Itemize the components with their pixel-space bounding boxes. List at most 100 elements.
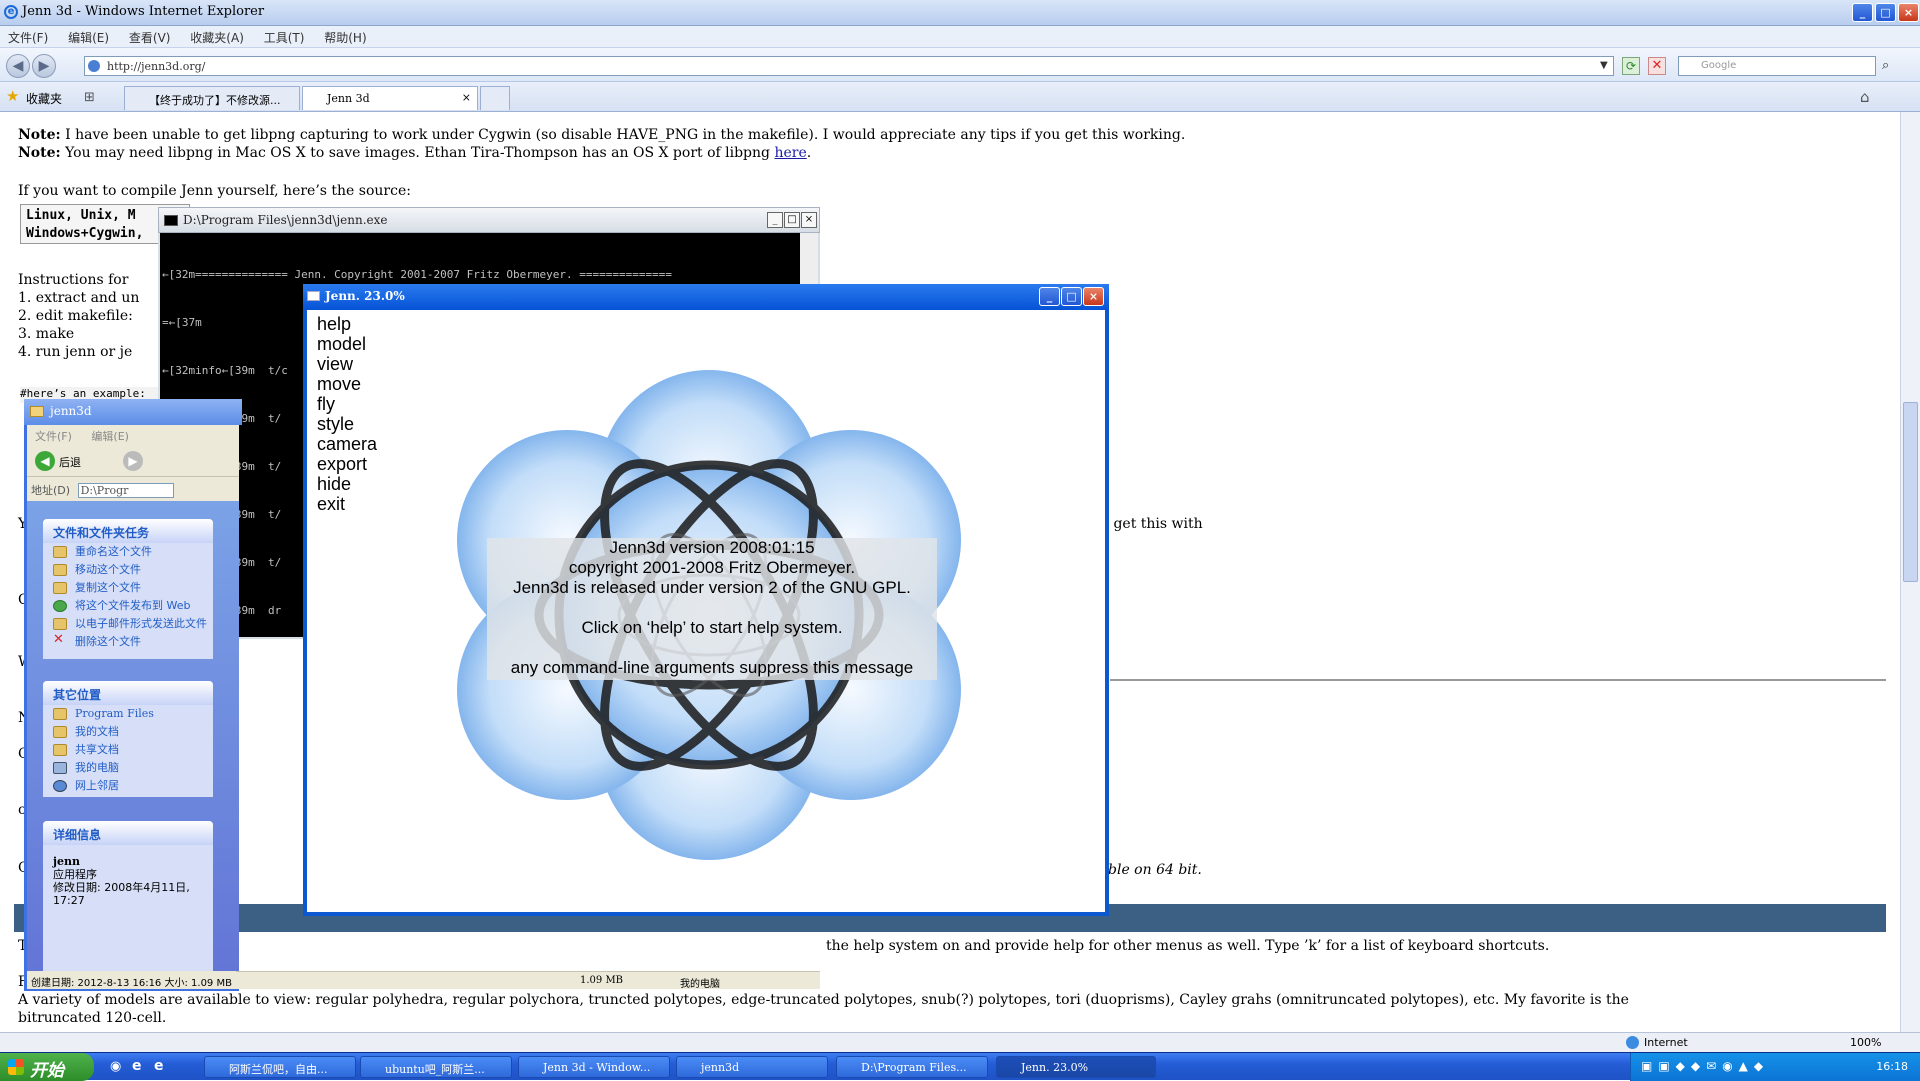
stop-icon[interactable]: ✕: [1648, 57, 1666, 75]
jenn-title-bar[interactable]: Jenn. 23.0% _ □ ×: [303, 284, 1109, 310]
refresh-icon[interactable]: ⟳: [1622, 57, 1640, 75]
search-input[interactable]: Google: [1678, 56, 1876, 76]
details-panel-title[interactable]: 详细信息: [43, 821, 213, 845]
jenn-menu-style[interactable]: style: [317, 414, 377, 434]
publish-icon: [53, 600, 67, 612]
explorer-back-button[interactable]: 后退: [59, 454, 81, 470]
menu-favorites[interactable]: 收藏夹(A): [182, 26, 252, 49]
internet-zone-icon: [1626, 1036, 1639, 1049]
variety-line: A variety of models are available to vie…: [18, 992, 1629, 1008]
dropdown-icon[interactable]: ▼: [1600, 60, 1608, 71]
taskbar-btn-3[interactable]: Jenn 3d - Window...: [518, 1056, 670, 1078]
place-network[interactable]: 网上邻居: [43, 777, 213, 795]
explorer-address-label: 地址(D): [31, 484, 71, 497]
places-panel: 其它位置 Program Files 我的文档 共享文档 我的电脑 网上邻居: [43, 681, 213, 797]
menu-edit[interactable]: 编辑(E): [60, 26, 117, 49]
menu-tools[interactable]: 工具(T): [256, 26, 313, 49]
ie-minimize-button[interactable]: _: [1852, 3, 1873, 22]
explorer-address-bar: 地址(D) D:\Progr: [27, 477, 239, 501]
jenn-menu-exit[interactable]: exit: [317, 494, 377, 514]
tab-1[interactable]: 【终于成功了】不修改源...: [124, 86, 300, 110]
scrollbar-thumb[interactable]: [1903, 402, 1918, 582]
console-close-button[interactable]: ×: [801, 212, 817, 228]
jenn-menu-help[interactable]: help: [317, 314, 377, 334]
menu-file[interactable]: 文件(F): [0, 26, 56, 49]
quicklaunch-desktop-icon[interactable]: ◉: [110, 1059, 121, 1074]
forward-button[interactable]: ▶: [32, 54, 56, 78]
quicklaunch-ie-icon[interactable]: e: [132, 1058, 142, 1074]
jenn-menu-view[interactable]: view: [317, 354, 377, 374]
explorer-menu-edit[interactable]: 编辑(E): [83, 425, 137, 447]
details-type: 应用程序: [53, 868, 97, 881]
page-scrollbar[interactable]: [1900, 112, 1920, 1032]
console-minimize-button[interactable]: _: [767, 212, 783, 228]
jenn-menu-hide[interactable]: hide: [317, 474, 377, 494]
favorites-star-icon[interactable]: ★: [6, 87, 19, 105]
clock[interactable]: 16:18: [1876, 1060, 1908, 1073]
taskbar-btn-6[interactable]: Jenn. 23.0%: [996, 1056, 1156, 1078]
task-email[interactable]: 以电子邮件形式发送此文件: [43, 615, 213, 633]
favorites-button[interactable]: 收藏夹: [26, 90, 62, 107]
jenn-menu-model[interactable]: model: [317, 334, 377, 354]
copy-icon: [53, 582, 67, 594]
back-button[interactable]: ◀: [6, 54, 30, 78]
new-tab-button[interactable]: [480, 86, 510, 110]
jenn-maximize-button[interactable]: □: [1061, 287, 1082, 306]
start-button[interactable]: 开始: [0, 1053, 94, 1081]
place-program-files[interactable]: Program Files: [43, 705, 213, 723]
libpng-link[interactable]: here: [774, 145, 806, 161]
windows-logo-icon: [8, 1059, 24, 1075]
jenn-menu-move[interactable]: move: [317, 374, 377, 394]
place-my-computer[interactable]: 我的电脑: [43, 759, 213, 777]
back-arrow-icon[interactable]: ◀: [35, 451, 55, 471]
tab-close-icon[interactable]: ×: [462, 91, 471, 104]
jenn-minimize-button[interactable]: _: [1039, 287, 1060, 306]
zoom-level[interactable]: 100%: [1850, 1036, 1881, 1049]
jenn-menu-export[interactable]: export: [317, 454, 377, 474]
task-copy[interactable]: 复制这个文件: [43, 579, 213, 597]
explorer-title-bar[interactable]: jenn3d: [24, 399, 242, 425]
menu-view[interactable]: 查看(V): [121, 26, 179, 49]
jenn-window[interactable]: Jenn. 23.0% _ □ × help model view move f…: [303, 284, 1109, 916]
jenn-window-icon: [307, 291, 320, 301]
step-2: 2. edit makefile:: [18, 308, 133, 324]
ie-logo-icon: e: [4, 5, 18, 19]
taskbar: 开始 ◉ e e 阿斯兰侃吧，自由... ubuntu吧_阿斯兰... Jenn…: [0, 1052, 1920, 1081]
task-rename[interactable]: 重命名这个文件: [43, 543, 213, 561]
explorer-menu-file[interactable]: 文件(F): [27, 425, 80, 447]
jenn-menu-fly[interactable]: fly: [317, 394, 377, 414]
quicklaunch-ie2-icon[interactable]: e: [154, 1058, 164, 1074]
explorer-forward-icon[interactable]: ▶: [123, 451, 143, 471]
step-3: 3. make: [18, 326, 75, 342]
jenn-close-button[interactable]: ×: [1083, 287, 1104, 306]
tab-jenn3d[interactable]: Jenn 3d ×: [302, 86, 478, 110]
ie-address-bar: ◀ ▶ http://jenn3d.org/ ▼ ⟳ ✕ Google ⌕: [0, 48, 1920, 82]
task-delete[interactable]: ✕ 删除这个文件: [43, 633, 213, 651]
home-icon[interactable]: ⌂: [1860, 88, 1870, 106]
tray-icons[interactable]: ▣▣◆◆✉◉▲◆: [1641, 1059, 1769, 1073]
jenn-menu: help model view move fly style camera ex…: [317, 314, 377, 514]
taskbar-btn-1[interactable]: 阿斯兰侃吧，自由...: [204, 1056, 356, 1078]
explorer-address-input[interactable]: D:\Progr: [77, 483, 174, 498]
console-maximize-button[interactable]: □: [784, 212, 800, 228]
ie-close-button[interactable]: ×: [1898, 3, 1919, 22]
explorer-window[interactable]: jenn3d 文件(F) 编辑(E) ◀ 后退 ▶ 地址(D) D:\Progr…: [24, 399, 242, 991]
task-move[interactable]: 移动这个文件: [43, 561, 213, 579]
console-title-bar[interactable]: D:\Program Files\jenn3d\jenn.exe _ □ ×: [158, 207, 820, 233]
partial-text-1: n get this with: [1100, 516, 1203, 532]
tasks-panel-title[interactable]: 文件和文件夹任务: [43, 519, 213, 543]
url-input[interactable]: http://jenn3d.org/: [84, 56, 1614, 76]
jenn-menu-camera[interactable]: camera: [317, 434, 377, 454]
taskbar-btn-4[interactable]: jenn3d: [676, 1056, 828, 1078]
place-shared-documents[interactable]: 共享文档: [43, 741, 213, 759]
places-panel-title[interactable]: 其它位置: [43, 681, 213, 705]
details-name: jenn: [53, 855, 80, 868]
place-my-documents[interactable]: 我的文档: [43, 723, 213, 741]
quick-tabs-icon[interactable]: ⊞: [84, 90, 95, 105]
taskbar-btn-5[interactable]: D:\Program Files...: [836, 1056, 988, 1078]
task-publish[interactable]: 将这个文件发布到 Web: [43, 597, 213, 615]
search-icon[interactable]: ⌕: [1882, 58, 1889, 73]
menu-help[interactable]: 帮助(H): [316, 26, 374, 49]
ie-maximize-button[interactable]: □: [1875, 3, 1896, 22]
taskbar-btn-2[interactable]: ubuntu吧_阿斯兰...: [360, 1056, 512, 1078]
